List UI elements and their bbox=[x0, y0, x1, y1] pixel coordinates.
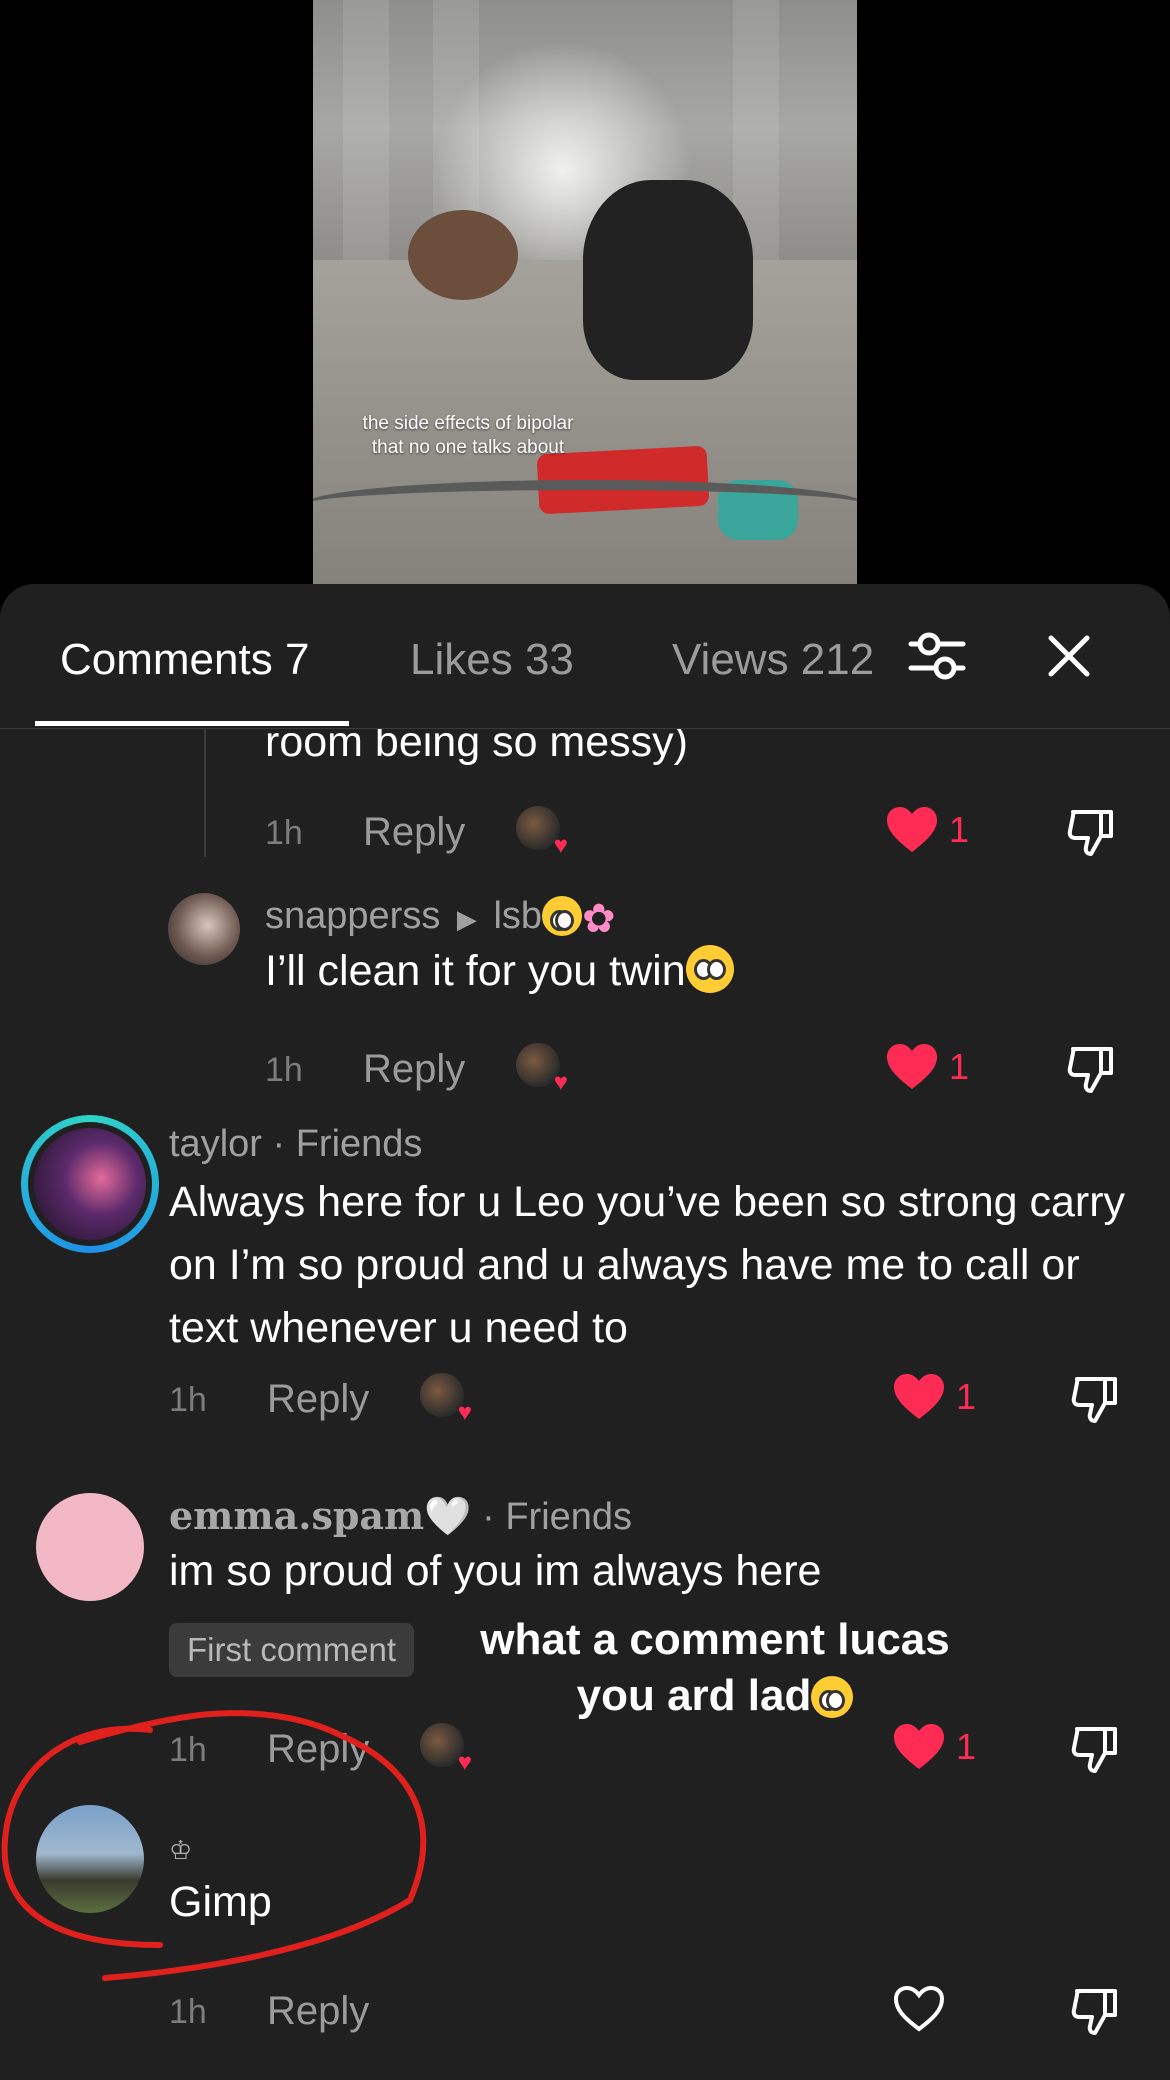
heart-icon: ♥ bbox=[457, 1749, 472, 1776]
overlay-line-text: you ard lad bbox=[576, 1671, 812, 1720]
username[interactable]: snapperss bbox=[265, 895, 440, 937]
heart-icon bbox=[894, 1374, 944, 1419]
reply-button[interactable]: Reply bbox=[267, 1727, 369, 1772]
comment-time: 1h bbox=[265, 814, 303, 852]
caption-line: the side effects of bipolar bbox=[362, 413, 574, 434]
comment-list[interactable]: room being so messy) 1h Reply ♥ 1 snappe… bbox=[0, 729, 1170, 2080]
tab-likes[interactable]: Likes 33 bbox=[410, 632, 574, 688]
thumbs-down-icon[interactable] bbox=[1069, 1985, 1123, 2039]
sliders-icon bbox=[908, 632, 966, 680]
comment-time: 1h bbox=[169, 1993, 207, 2031]
comment-meta: 1h Reply ♥ 1 bbox=[0, 1723, 1170, 1783]
comment-time: 1h bbox=[169, 1381, 207, 1419]
thumbs-down-icon[interactable] bbox=[1069, 1373, 1123, 1427]
comment-meta: 1h Reply ♥ 1 bbox=[0, 806, 1170, 866]
heart-icon bbox=[887, 1044, 937, 1089]
comment-text: Gimp bbox=[169, 1878, 272, 1926]
comment-text: im so proud of you im always here bbox=[169, 1547, 822, 1595]
reply-button[interactable]: Reply bbox=[363, 1047, 465, 1092]
heart-icon: ♥ bbox=[457, 1399, 472, 1426]
creator-liked-avatar: ♥ bbox=[516, 1043, 568, 1095]
comment-text: I’ll clean it for you twin bbox=[265, 940, 734, 1003]
like-count: 1 bbox=[949, 1046, 970, 1087]
video-bg bbox=[583, 180, 753, 380]
comment-time: 1h bbox=[169, 1731, 207, 1769]
heart-icon: ♥ bbox=[553, 1069, 568, 1096]
avatar[interactable] bbox=[36, 1493, 144, 1601]
thumbs-down-icon[interactable] bbox=[1069, 1723, 1123, 1777]
reply-button[interactable]: Reply bbox=[363, 810, 465, 855]
thumbs-down-icon[interactable] bbox=[1065, 1043, 1119, 1097]
like-button[interactable]: 1 bbox=[885, 1043, 969, 1091]
video-bg bbox=[313, 480, 857, 530]
heart-outline-icon bbox=[893, 1985, 945, 2032]
avatar[interactable] bbox=[36, 1805, 144, 1913]
username[interactable]: taylor bbox=[169, 1123, 262, 1165]
creator-liked-avatar: ♥ bbox=[420, 1723, 472, 1775]
comment-username-row: snapperss ▶ lsb ✿ bbox=[265, 895, 616, 942]
avatar bbox=[34, 1128, 146, 1240]
video-caption: the side effects of bipolar that no one … bbox=[313, 412, 623, 460]
flower-emoji-icon: ✿ bbox=[582, 897, 616, 941]
reply-button[interactable]: Reply bbox=[267, 1989, 369, 2034]
like-button[interactable]: 1 bbox=[885, 806, 969, 854]
crown-icon: ♔ bbox=[169, 1835, 193, 1865]
overlay-caption: what a comment lucas you ard lad bbox=[440, 1612, 990, 1724]
heart-icon: ♥ bbox=[553, 832, 568, 859]
like-count: 1 bbox=[956, 1726, 977, 1767]
avatar-story-ring[interactable] bbox=[21, 1115, 159, 1253]
reply-button[interactable]: Reply bbox=[267, 1377, 369, 1422]
close-button[interactable] bbox=[1034, 621, 1104, 691]
overlay-line: what a comment lucas bbox=[480, 1615, 950, 1664]
comment-text: Always here for u Leo you’ve been so str… bbox=[169, 1178, 1126, 1352]
close-icon bbox=[1048, 635, 1090, 677]
video-bg bbox=[408, 210, 518, 300]
comment-time: 1h bbox=[265, 1051, 303, 1089]
flushed-emoji-icon bbox=[542, 896, 583, 936]
creator-liked-avatar: ♥ bbox=[420, 1373, 472, 1425]
comment-text-content: I’ll clean it for you twin bbox=[265, 947, 686, 995]
username[interactable]: emma.spam🤍 bbox=[169, 1493, 472, 1538]
first-comment-badge: First comment bbox=[169, 1623, 415, 1677]
friend-tag: · Friends bbox=[272, 1123, 423, 1165]
reply-to-username[interactable]: lsb bbox=[493, 895, 542, 937]
tab-comments[interactable]: Comments 7 bbox=[60, 632, 309, 688]
filter-button[interactable] bbox=[902, 621, 972, 691]
caption-line: that no one talks about bbox=[371, 437, 565, 458]
thumbs-down-icon[interactable] bbox=[1065, 806, 1119, 860]
overlay-line: you ard lad bbox=[440, 1668, 990, 1724]
comment-meta: 1h Reply bbox=[0, 1985, 1170, 2045]
video-preview[interactable]: the side effects of bipolar that no one … bbox=[313, 0, 857, 584]
avatar[interactable] bbox=[168, 893, 240, 965]
comment-meta: 1h Reply ♥ 1 bbox=[0, 1043, 1170, 1103]
heart-icon bbox=[894, 1724, 944, 1769]
comment-meta: 1h Reply ♥ 1 bbox=[0, 1373, 1170, 1433]
tab-views[interactable]: Views 212 bbox=[672, 632, 872, 688]
pleading-emoji-icon bbox=[685, 945, 734, 993]
comment-username-row: emma.spam🤍 · Friends bbox=[169, 1493, 632, 1539]
creator-liked-avatar: ♥ bbox=[516, 806, 568, 858]
like-button[interactable] bbox=[892, 1985, 946, 2033]
like-count: 1 bbox=[949, 809, 970, 850]
comment-text: room being so messy) bbox=[265, 729, 688, 766]
active-tab-indicator bbox=[35, 721, 349, 726]
pensive-emoji-icon bbox=[811, 1676, 854, 1718]
reply-arrow-icon: ▶ bbox=[456, 904, 477, 934]
heart-icon bbox=[887, 807, 937, 852]
tab-bar: Comments 7 Likes 33 Views 212 bbox=[0, 584, 1170, 729]
like-button[interactable]: 1 bbox=[892, 1373, 976, 1421]
like-count: 1 bbox=[956, 1376, 977, 1417]
friend-tag: · Friends bbox=[482, 1496, 633, 1538]
comment-username-row: taylor · Friends bbox=[169, 1123, 422, 1166]
like-button[interactable]: 1 bbox=[892, 1723, 976, 1771]
